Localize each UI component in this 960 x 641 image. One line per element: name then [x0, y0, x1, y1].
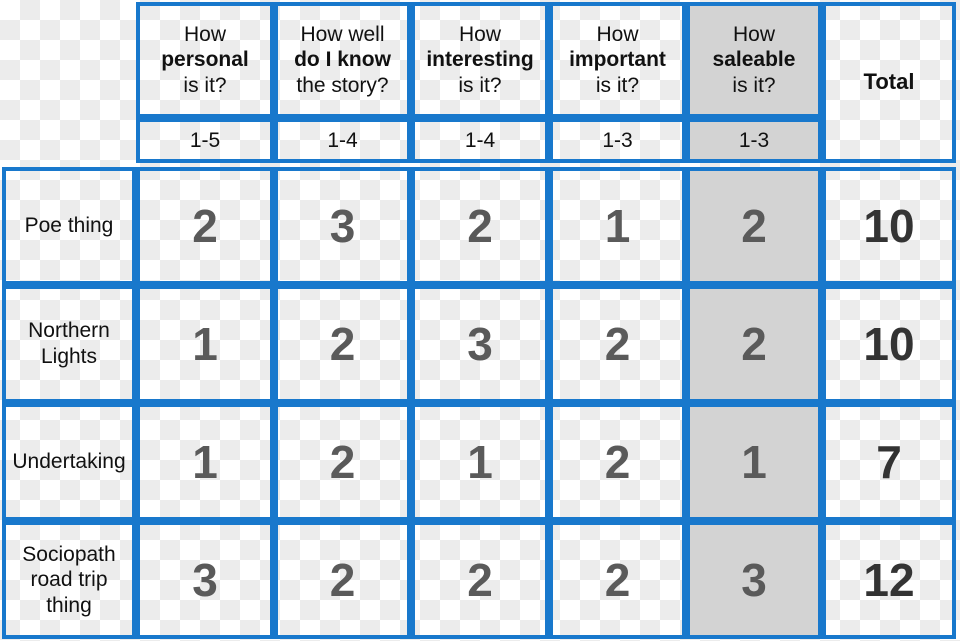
score-cell-personal-1[interactable]: 1 — [136, 285, 274, 403]
score-cell-interesting-1[interactable]: 3 — [411, 285, 549, 403]
row-label-line: Lights — [40, 345, 98, 368]
header-line: personal — [161, 48, 249, 72]
header-line: How well — [300, 22, 385, 46]
score-cell-personal-2[interactable]: 1 — [136, 403, 274, 521]
row-label-line: Northern — [28, 319, 110, 343]
row-label-3: Sociopath road trip thing — [2, 521, 136, 639]
row-label-1: Northern Lights — [2, 285, 136, 403]
row-label-2: Undertaking — [2, 403, 136, 521]
header-line: interesting — [426, 48, 534, 72]
score-cell-important-1[interactable]: 2 — [549, 285, 686, 403]
row-label-line: Undertaking — [12, 450, 126, 474]
total-cell-3: 12 — [822, 521, 956, 639]
column-header-saleable: How saleable is it? — [686, 2, 822, 118]
total-cell-2: 7 — [822, 403, 956, 521]
header-line: is it? — [183, 73, 227, 97]
column-header-text-personal: How personal is it? — [161, 22, 249, 99]
score-cell-important-3[interactable]: 2 — [549, 521, 686, 639]
score-cell-interesting-2[interactable]: 1 — [411, 403, 549, 521]
row-label-text: Northern Lights — [28, 318, 110, 369]
column-scale-important: 1-3 — [549, 118, 686, 163]
column-header-know-story: How well do I know the story? — [274, 2, 411, 118]
column-header-interesting: How interesting is it? — [411, 2, 549, 118]
scoring-table: How personal is it? 1-5 How well do I know the… — [0, 0, 960, 641]
header-line: is it? — [595, 73, 640, 97]
header-line: the story? — [296, 73, 389, 97]
column-scale-personal: 1-5 — [136, 118, 274, 163]
score-cell-saleable-1[interactable]: 2 — [686, 285, 822, 403]
total-cell-1: 10 — [822, 285, 956, 403]
row-label-0: Poe thing — [2, 167, 136, 285]
column-scale-saleable: 1-3 — [686, 118, 822, 163]
score-cell-know-story-3[interactable]: 2 — [274, 521, 411, 639]
column-header-text-know-story: How well do I know the story? — [294, 22, 391, 99]
score-cell-personal-3[interactable]: 3 — [136, 521, 274, 639]
header-line: is it? — [458, 73, 502, 97]
column-header-personal: How personal is it? — [136, 2, 274, 118]
row-label-text: Sociopath road trip thing — [22, 542, 115, 619]
column-scale-interesting: 1-4 — [411, 118, 549, 163]
score-cell-saleable-2[interactable]: 1 — [686, 403, 822, 521]
total-cell-0: 10 — [822, 167, 956, 285]
column-header-important: How important is it? — [549, 2, 686, 118]
header-line: How — [732, 22, 775, 46]
row-label-text: Undertaking — [12, 449, 125, 475]
score-cell-interesting-0[interactable]: 2 — [411, 167, 549, 285]
header-line: do I know — [294, 48, 391, 72]
score-cell-important-0[interactable]: 1 — [549, 167, 686, 285]
column-header-text-interesting: How interesting is it? — [426, 22, 533, 99]
column-header-total: Total — [822, 2, 956, 163]
score-cell-saleable-0[interactable]: 2 — [686, 167, 822, 285]
score-cell-know-story-2[interactable]: 2 — [274, 403, 411, 521]
column-header-text-saleable: How saleable is it? — [713, 22, 796, 99]
score-cell-know-story-0[interactable]: 3 — [274, 167, 411, 285]
header-line: How — [183, 22, 226, 46]
header-line: How — [596, 22, 639, 46]
column-scale-know-story: 1-4 — [274, 118, 411, 163]
row-label-line: thing — [46, 593, 92, 617]
score-cell-interesting-3[interactable]: 2 — [411, 521, 549, 639]
row-label-line: Poe thing — [24, 214, 114, 238]
score-cell-important-2[interactable]: 2 — [549, 403, 686, 521]
row-label-line: road trip — [30, 568, 108, 592]
score-cell-personal-0[interactable]: 2 — [136, 167, 274, 285]
header-line: is it? — [732, 73, 776, 97]
header-line: How — [458, 22, 501, 46]
column-header-text-important: How important is it? — [569, 22, 666, 99]
score-cell-saleable-3[interactable]: 3 — [686, 521, 822, 639]
row-label-text: Poe thing — [25, 213, 114, 239]
header-line: saleable — [712, 48, 796, 72]
score-cell-know-story-1[interactable]: 2 — [274, 285, 411, 403]
header-line: important — [569, 48, 666, 72]
row-label-line: Sociopath — [22, 542, 116, 566]
